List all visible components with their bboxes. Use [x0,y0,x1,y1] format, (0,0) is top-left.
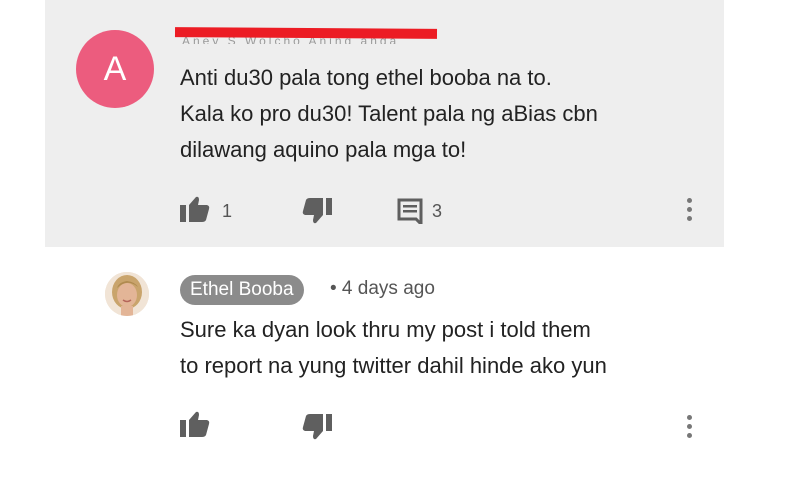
thumbs-up-icon[interactable] [180,196,210,222]
avatar-letter: A [103,49,127,88]
reply-line: Sure ka dyan look thru my post i told th… [180,317,591,342]
reply-actions [0,410,799,440]
more-vert-icon[interactable] [684,195,694,225]
comment-line: Anti du30 pala tong ethel booba na to. [180,65,552,90]
thumbs-down-icon[interactable] [302,414,332,440]
thumbs-down-icon[interactable] [302,198,332,224]
comment-thread: A Aney S Wolcho Aning anga Anti du30 pal… [0,0,799,496]
reply-count: 3 [432,201,443,221]
redaction-mark [174,27,438,39]
comment-line: dilawang aquino pala mga to! [180,137,467,162]
comment-body: Anti du30 pala tong ethel booba na to. K… [180,60,700,168]
reply-avatar[interactable] [105,272,149,316]
profile-photo [105,272,149,316]
comment-avatar[interactable]: A [76,30,154,108]
comment-actions: 1 3 [0,195,799,225]
thumbs-up-icon[interactable] [180,411,210,437]
reply-body: Sure ka dyan look thru my post i told th… [180,312,720,384]
comment-line: Kala ko pro du30! Talent pala ng aBias c… [180,101,598,126]
reply-line: to report na yung twitter dahil hinde ak… [180,353,607,378]
reply-author-chip[interactable]: Ethel Booba [180,275,304,305]
more-vert-icon[interactable] [684,412,694,442]
reply-timestamp: • 4 days ago [330,278,435,299]
comment-icon[interactable] [397,198,423,224]
like-count: 1 [222,201,233,221]
